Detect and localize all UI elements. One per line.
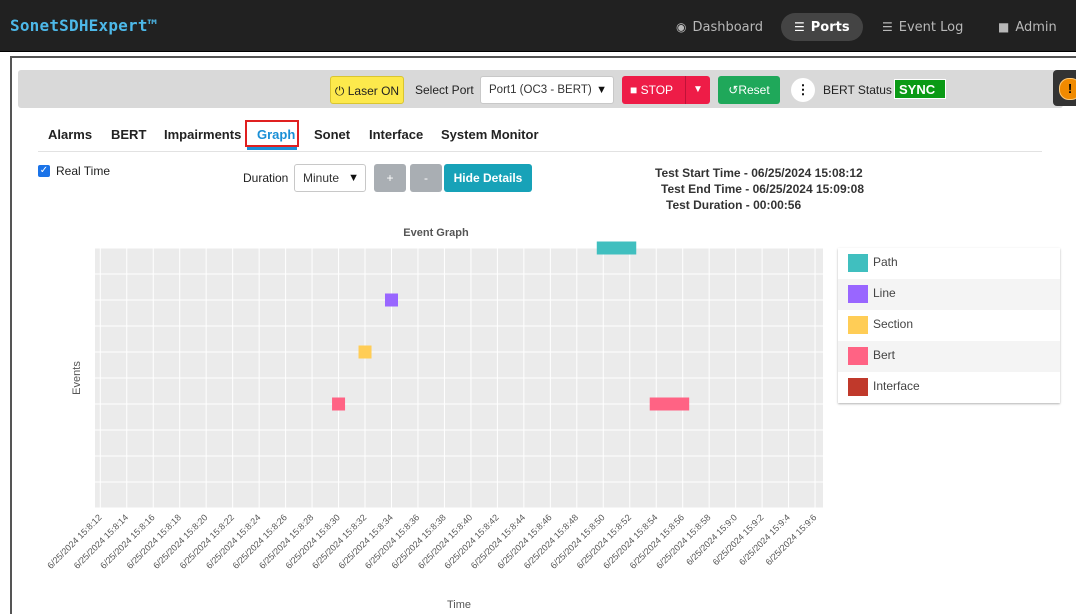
nav-dashboard-label: Dashboard [692,20,764,35]
stop-dropdown-caret-icon[interactable]: ▼ [685,76,710,104]
event-marker-bert[interactable] [332,397,346,411]
app-brand[interactable]: SonetSDHExpert™ [10,16,158,35]
x-axis-label: Time [447,599,471,611]
zoom-out-button[interactable]: - [410,164,442,192]
active-tab-underline [247,147,297,150]
power-icon: ⏻ [334,84,345,98]
nav-event-log[interactable]: ☰ Event Log [869,13,976,41]
x-tick-label: 6/25/2024 15:9:6 [764,512,819,567]
event-marker-path[interactable] [596,241,637,255]
dashboard-icon: ◉ [676,20,687,34]
top-navbar: SonetSDHExpert™ ◉ Dashboard ☰ Ports ☰ Event… [0,0,1076,52]
legend-swatch [848,316,868,334]
select-port-label: Select Port [415,83,474,97]
y-axis-label: Events [71,361,83,395]
nav-ports-label: Ports [810,20,850,35]
laser-on-button[interactable]: ⏻ Laser ON [330,76,404,104]
stop-button[interactable]: ■ STOP ▼ [622,76,710,104]
real-time-checkbox[interactable]: ✓ [38,165,50,177]
legend-swatch [848,347,868,365]
event-marker-bert[interactable] [649,397,690,411]
tab-alarms[interactable]: Alarms [48,127,92,142]
legend-item-line[interactable]: Line [838,279,1060,310]
dropdown-arrow-icon: ▼ [348,172,359,184]
ports-icon: ☰ [794,20,805,34]
tab-bert[interactable]: BERT [111,127,146,142]
nav-event-log-label: Event Log [898,20,964,35]
dropdown-arrow-icon: ▼ [596,84,607,96]
event-marker-line[interactable] [384,293,398,307]
nav-admin[interactable]: ■ Admin [985,13,1070,41]
active-tab-highlight [245,120,299,147]
chart-title: Event Graph [403,227,469,239]
reset-button[interactable]: ↺Reset [718,76,780,104]
tab-interface[interactable]: Interface [369,127,423,142]
reset-label: Reset [738,83,770,97]
reset-icon: ↺ [728,83,739,97]
legend-label: Path [873,255,898,269]
legend-label: Line [873,286,896,300]
hide-details-button[interactable]: Hide Details [444,164,532,192]
bert-status-badge: SYNC [894,79,946,99]
admin-icon: ■ [998,20,1010,34]
tab-sonet[interactable]: Sonet [314,127,350,142]
event-log-icon: ☰ [882,20,893,34]
event-marker-section[interactable] [358,345,372,359]
stop-icon: ■ [630,83,638,97]
test-start-time: Test Start Time - 06/25/2024 15:08:12 [655,166,863,180]
port-select-value: Port1 (OC3 - BERT) [489,84,592,96]
tab-impairments[interactable]: Impairments [164,127,241,142]
bert-status-label: BERT Status [823,83,892,97]
warning-icon: ! [1059,78,1076,100]
stop-label: STOP [640,83,674,97]
legend-label: Section [873,317,914,331]
legend-item-path[interactable]: Path [838,248,1060,279]
nav-dashboard[interactable]: ◉ Dashboard [663,13,776,41]
event-graph: 6/25/2024 15:8:126/25/2024 15:8:146/25/2… [45,227,823,611]
laser-label: Laser ON [347,84,400,98]
nav-admin-label: Admin [1015,20,1057,35]
legend-swatch [848,285,868,303]
duration-select[interactable]: Minute ▼ [294,164,366,192]
legend-item-bert[interactable]: Bert [838,341,1060,372]
nav-ports[interactable]: ☰ Ports [781,13,863,41]
tab-system-monitor[interactable]: System Monitor [441,127,539,142]
legend-swatch [848,254,868,272]
zoom-in-button[interactable]: + [374,164,406,192]
legend-item-section[interactable]: Section [838,310,1060,341]
alarm-panel-toggle[interactable]: ! [1053,70,1076,106]
real-time-label: Real Time [56,164,111,178]
tabs-divider [38,151,1042,152]
legend-label: Interface [873,379,920,393]
more-options-icon[interactable]: ⋮ [791,78,815,102]
duration-value: Minute [303,171,340,185]
legend-swatch [848,378,868,396]
port-select[interactable]: Port1 (OC3 - BERT) ▼ [480,76,614,104]
duration-label: Duration [243,171,289,185]
test-end-time: Test End Time - 06/25/2024 15:09:08 [661,182,864,196]
test-duration: Test Duration - 00:00:56 [666,198,802,212]
legend-item-interface[interactable]: Interface [838,372,1060,403]
x-tick-labels: 6/25/2024 15:8:126/25/2024 15:8:146/25/2… [45,512,818,570]
chart-legend: Path Line Section Bert Interface [838,248,1060,403]
legend-label: Bert [873,348,896,362]
